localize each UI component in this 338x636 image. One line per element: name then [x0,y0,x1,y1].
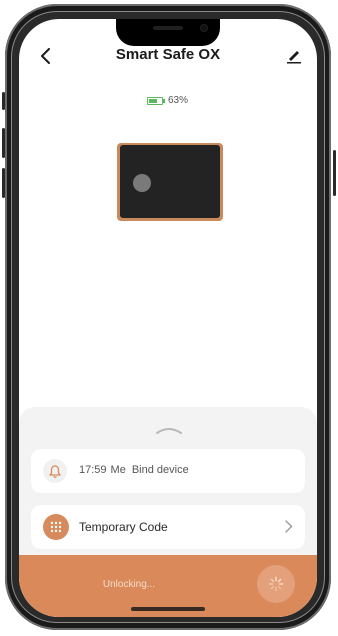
log-action: Bind device [131,464,189,476]
chevron-right-icon [285,520,293,533]
log-time: 17:59 [79,464,107,476]
safe-knob [133,174,151,192]
pencil-icon [287,51,301,64]
keypad-icon-badge [43,514,69,540]
log-user: Me [110,464,126,476]
battery-tip [163,98,165,103]
temporary-code-row[interactable]: Temporary Code [31,505,305,549]
log-text: 17:59 Me Bind device [79,464,189,476]
page-title: Smart Safe OX [115,46,221,63]
battery-percent: 63% [168,95,189,106]
power-button [333,150,336,196]
home-indicator [131,607,205,611]
edit-button[interactable] [283,45,305,67]
battery-icon [147,96,163,105]
app-screen: Smart Safe OX 63% 17:59 Me Bind device T… [19,19,317,617]
notch [116,19,220,46]
safe-device-image [117,143,223,221]
bell-icon-badge [43,459,67,483]
keypad-icon [50,521,62,533]
safe-door [120,145,220,218]
temporary-code-label: Temporary Code [79,520,168,534]
front-camera-icon [201,25,207,31]
latest-log-row[interactable]: 17:59 Me Bind device [31,449,305,493]
chevron-up-icon [156,428,182,434]
sheet-expand-handle[interactable] [156,421,182,439]
battery-fill [149,98,157,103]
bell-icon [49,464,61,478]
spinner-icon [268,576,284,592]
speaker-grille [153,26,183,30]
unlock-status-text: Unlocking... [102,579,156,590]
battery-indicator: 63% [147,95,188,106]
unlock-button[interactable] [257,565,295,603]
